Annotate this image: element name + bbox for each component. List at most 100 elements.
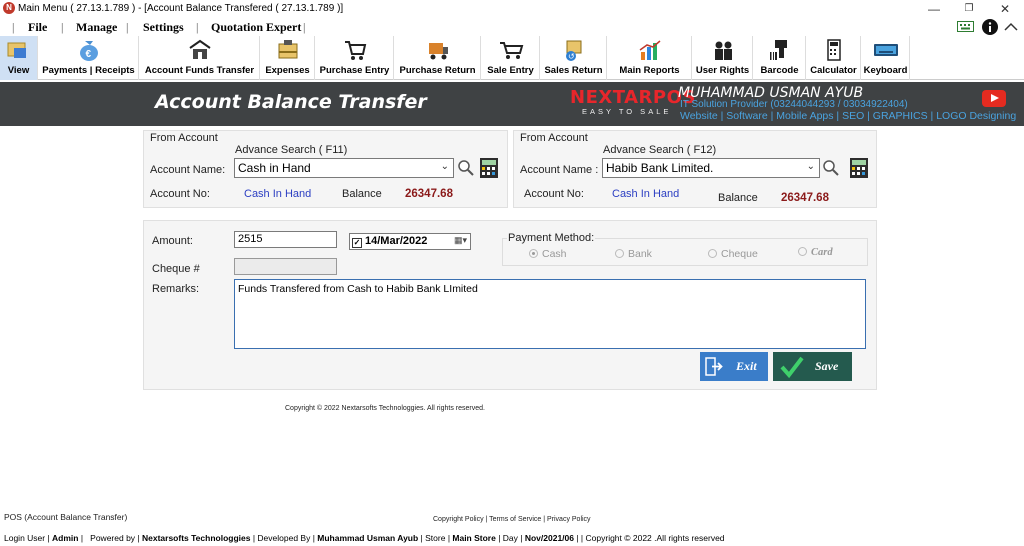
brand-tagline: EASY TO SALE <box>582 107 672 116</box>
info-icon[interactable] <box>982 19 998 35</box>
cart-icon <box>344 41 366 60</box>
menu-settings[interactable]: Settings <box>143 20 184 35</box>
author-links[interactable]: Website | Software | Mobile Apps | SEO |… <box>680 110 1016 122</box>
calculator-label: Calculator <box>810 65 857 76</box>
date-value: 14/Mar/2022 <box>365 235 428 247</box>
author-contact: IT Solution Provider (03244044293 / 0303… <box>680 99 908 110</box>
powered-by-value: Nextarsofts Technologgies <box>141 533 251 543</box>
from-balance-value: 26347.68 <box>405 188 453 200</box>
account-funds-transfer-button[interactable]: Account Funds Transfer <box>140 36 260 80</box>
day-label: Day <box>502 533 518 543</box>
money-bag-icon: € <box>79 41 98 61</box>
expenses-button[interactable]: Expenses <box>261 36 315 80</box>
menu-manage[interactable]: Manage <box>76 20 117 35</box>
keyboard-shortcut-icon[interactable] <box>957 21 974 32</box>
view-button[interactable]: ▾ View <box>0 36 38 80</box>
search-icon[interactable] <box>822 159 840 177</box>
save-button[interactable]: Save <box>773 352 852 381</box>
youtube-icon[interactable] <box>982 90 1006 107</box>
menu-file[interactable]: File <box>28 20 47 35</box>
exit-button[interactable]: Exit <box>700 352 768 381</box>
menu-separator: | <box>12 20 15 34</box>
payments-receipts-button[interactable]: € Payments | Receipts <box>39 36 139 80</box>
user-rights-label: User Rights <box>695 65 750 76</box>
view-label: View <box>7 65 30 76</box>
keyboard-button[interactable]: Keyboard <box>862 36 910 80</box>
from-account-no-value: Cash In Hand <box>244 188 312 200</box>
account-calc-icon[interactable] <box>849 157 869 179</box>
to-account-panel: From Account Advance Search ( F12) Accou… <box>513 130 877 208</box>
keyboard-icon <box>873 44 898 56</box>
search-icon[interactable] <box>457 159 475 177</box>
svg-text:↺: ↺ <box>568 52 575 61</box>
save-label: Save <box>815 359 839 373</box>
svg-text:€: € <box>85 49 91 60</box>
minimize-button[interactable]: — <box>922 0 946 18</box>
close-button[interactable]: ✕ <box>993 0 1017 18</box>
main-reports-button[interactable]: Main Reports <box>608 36 692 80</box>
amount-input[interactable]: 2515 <box>234 231 337 248</box>
payment-cheque-radio[interactable]: Cheque <box>708 248 758 260</box>
payment-cash-radio[interactable]: Cash <box>529 248 567 260</box>
to-balance-value: 26347.68 <box>781 192 829 204</box>
to-account-group-label: From Account <box>520 132 588 144</box>
chevron-down-icon: ⌄ <box>440 161 449 172</box>
purchase-return-button[interactable]: Purchase Return <box>395 36 481 80</box>
login-user-value: Admin <box>52 533 79 543</box>
header-banner: Account Balance Transfer NEXTARPOS EASY … <box>0 82 1024 126</box>
from-account-value: Cash in Hand <box>238 161 311 175</box>
date-checkbox[interactable]: ✓ <box>352 238 362 248</box>
funds-transfer-label: Account Funds Transfer <box>144 65 255 76</box>
sales-return-button[interactable]: ↺ Sales Return <box>541 36 607 80</box>
collapse-icon[interactable] <box>1004 22 1018 31</box>
purchase-return-label: Purchase Return <box>399 65 476 76</box>
sale-entry-button[interactable]: Sale Entry <box>482 36 540 80</box>
from-account-no-label: Account No: <box>150 188 210 200</box>
chevron-down-icon: ⌄ <box>806 161 815 172</box>
app-logo-icon: N <box>3 2 15 14</box>
to-account-select[interactable]: Habib Bank Limited. ⌄ <box>602 158 820 178</box>
account-calc-icon[interactable] <box>479 157 499 179</box>
purchase-entry-label: Purchase Entry <box>319 65 390 76</box>
payment-cash-label: Cash <box>542 248 567 260</box>
keyboard-label: Keyboard <box>863 65 908 76</box>
to-account-no-label: Account No: <box>524 188 584 200</box>
window-titlebar: N Main Menu ( 27.13.1.789 ) - [Account B… <box>0 0 1024 18</box>
barcode-button[interactable]: Barcode <box>754 36 806 80</box>
user-rights-button[interactable]: User Rights <box>693 36 753 80</box>
payment-card-radio[interactable]: Card <box>798 247 833 258</box>
payment-cheque-label: Cheque <box>721 248 758 260</box>
form-name-footer: POS (Account Balance Transfer) <box>4 512 128 522</box>
date-picker[interactable]: ✓ 14/Mar/2022 ▦▾ <box>349 233 471 250</box>
calculator-button[interactable]: Calculator <box>807 36 861 80</box>
exit-label: Exit <box>736 359 757 373</box>
main-reports-label: Main Reports <box>619 65 680 76</box>
purchase-entry-button[interactable]: Purchase Entry <box>316 36 394 80</box>
brand-logo: NEXTARPOS <box>570 87 696 108</box>
menu-separator: | <box>196 20 199 34</box>
developed-by-label: Developed By <box>257 533 311 543</box>
reports-chart-icon <box>639 40 660 60</box>
from-account-select[interactable]: Cash in Hand ⌄ <box>234 158 454 178</box>
from-account-group-label: From Account <box>150 132 218 144</box>
menu-bar: | File | Manage | Settings | Quotation E… <box>0 18 1024 36</box>
sale-cart-icon <box>499 42 523 59</box>
payment-bank-radio[interactable]: Bank <box>615 248 652 260</box>
calculator-icon <box>826 39 841 61</box>
expenses-label: Expenses <box>265 65 310 76</box>
login-user-label: Login User <box>4 533 46 543</box>
sales-return-icon: ↺ <box>565 40 581 61</box>
main-toolbar: ▾ View € Payments | Receipts Account Fun… <box>0 36 1024 80</box>
menu-separator: | <box>303 20 306 34</box>
view-folder-icon: ▾ <box>7 42 26 58</box>
from-balance-label: Balance <box>342 188 382 200</box>
to-account-no-value: Cash In Hand <box>612 188 680 200</box>
remarks-textarea[interactable]: Funds Transfered from Cash to Habib Bank… <box>234 279 866 349</box>
policy-links[interactable]: Copyright Policy | Terms of Service | Pr… <box>433 516 591 523</box>
page-title: Account Balance Transfer <box>155 91 427 113</box>
store-label: Store <box>425 533 446 543</box>
restore-button[interactable]: ❐ <box>957 0 981 18</box>
menu-quotation-expert[interactable]: Quotation Expert <box>211 20 301 35</box>
exit-door-icon <box>705 357 723 376</box>
status-bar: Login User | Admin | Powered by | Nextar… <box>0 531 1024 546</box>
